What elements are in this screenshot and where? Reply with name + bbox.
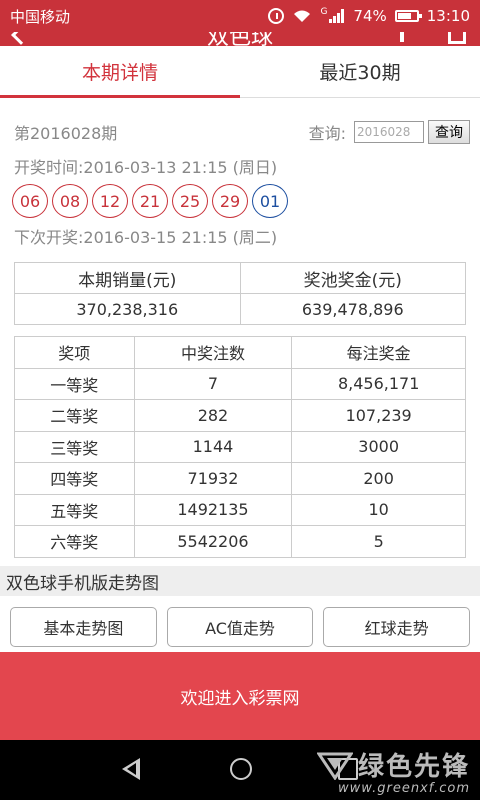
table-header: 每注奖金 xyxy=(291,336,466,369)
winner-count: 7 xyxy=(133,367,293,400)
clock: 13:10 xyxy=(426,7,470,25)
welcome-banner[interactable]: 欢迎进入彩票网 xyxy=(0,652,480,740)
red-ball: 12 xyxy=(92,184,128,218)
prize-level: 五等奖 xyxy=(14,493,135,526)
query-label: 查询: xyxy=(308,124,346,143)
prize-amount: 200 xyxy=(291,462,466,495)
next-draw-time: 下次开奖:2016-03-15 21:15 (周二) xyxy=(14,228,278,247)
red-ball: 06 xyxy=(12,184,48,218)
battery-icon xyxy=(394,10,422,22)
table-row: 二等奖 282 107,239 xyxy=(14,399,466,432)
prize-level: 四等奖 xyxy=(14,462,135,495)
winner-count: 1492135 xyxy=(133,493,293,526)
app-title: 双色球 xyxy=(206,32,273,46)
watermark-url: www.greenxf.com xyxy=(338,781,470,796)
table-header-row: 奖项 中奖注数 每注奖金 xyxy=(14,336,466,369)
status-bar: 中国移动 G 74% 13:10 xyxy=(0,0,480,32)
alarm-icon xyxy=(268,8,285,24)
query-button[interactable]: 查询 xyxy=(428,120,470,144)
issue-number: 第2016028期 xyxy=(14,124,118,143)
red-ball: 25 xyxy=(172,184,208,218)
signal-icon xyxy=(329,9,345,23)
prize-table: 奖项 中奖注数 每注奖金 一等奖 7 8,456,171 二等奖 282 107… xyxy=(14,336,466,558)
sales-table: 本期销量(元) 奖池奖金(元) 370,238,316 639,478,896 xyxy=(14,262,466,325)
table-row: 四等奖 71932 200 xyxy=(14,462,466,495)
table-header: 本期销量(元) xyxy=(14,262,241,294)
prize-amount: 5 xyxy=(291,525,466,558)
basic-trend-button[interactable]: 基本走势图 xyxy=(10,607,157,647)
winning-numbers: 06 08 12 21 25 29 01 xyxy=(12,184,288,218)
winner-count: 5542206 xyxy=(133,525,293,558)
watermark: 绿色先锋 www.greenxf.com xyxy=(316,746,470,796)
red-ball-trend-button[interactable]: 红球走势 xyxy=(323,607,471,647)
prize-amount: 3000 xyxy=(291,430,466,463)
watermark-name: 绿色先锋 xyxy=(357,752,470,782)
winner-count: 71932 xyxy=(133,462,293,495)
tab-current-detail[interactable]: 本期详情 xyxy=(0,46,240,98)
prize-amount: 10 xyxy=(291,493,466,526)
prize-level: 六等奖 xyxy=(14,525,135,558)
winner-count: 282 xyxy=(133,399,293,432)
table-row: 三等奖 1144 3000 xyxy=(14,430,466,463)
red-ball: 21 xyxy=(132,184,168,218)
sales-amount: 370,238,316 xyxy=(14,293,241,325)
watermark-logo-icon xyxy=(316,752,353,780)
prize-level: 三等奖 xyxy=(14,430,135,463)
nav-home-icon[interactable] xyxy=(230,758,252,780)
table-row: 一等奖 7 8,456,171 xyxy=(14,367,466,400)
table-header: 奖池奖金(元) xyxy=(239,262,466,294)
grid-menu-icon[interactable] xyxy=(448,32,466,44)
table-row: 六等奖 5542206 5 xyxy=(14,525,466,558)
battery-percent: 74% xyxy=(353,7,387,25)
red-ball: 08 xyxy=(52,184,88,218)
chart-section-title: 双色球手机版走势图 xyxy=(0,566,480,596)
blue-ball: 01 xyxy=(252,184,288,218)
app-bar: 双色球 xyxy=(0,32,480,46)
nav-back-icon[interactable] xyxy=(122,758,140,780)
red-ball: 29 xyxy=(212,184,248,218)
ac-trend-button[interactable]: AC值走势 xyxy=(166,607,314,647)
issue-row: 第2016028期 查询: 查询 xyxy=(14,118,470,146)
carrier-name: 中国移动 xyxy=(10,7,71,26)
table-row: 五等奖 1492135 10 xyxy=(14,493,466,526)
draw-time: 开奖时间:2016-03-13 21:15 (周日) xyxy=(14,158,278,177)
wifi-icon xyxy=(294,10,311,22)
issue-query-input[interactable] xyxy=(354,121,424,143)
prize-amount: 8,456,171 xyxy=(291,367,466,400)
prize-level: 二等奖 xyxy=(14,399,135,432)
network-type: G xyxy=(320,7,328,17)
tab-bar: 本期详情 最近30期 xyxy=(0,46,480,98)
prize-level: 一等奖 xyxy=(14,367,135,400)
table-header: 中奖注数 xyxy=(133,336,293,369)
table-header-row: 本期销量(元) 奖池奖金(元) xyxy=(14,262,466,294)
table-row: 370,238,316 639,478,896 xyxy=(14,293,466,325)
status-icons: G 74% 13:10 xyxy=(268,7,470,25)
table-header: 奖项 xyxy=(14,336,135,369)
more-icon[interactable] xyxy=(400,32,404,42)
navigation-bar: 绿色先锋 www.greenxf.com xyxy=(0,740,480,800)
winner-count: 1144 xyxy=(133,430,293,463)
chart-buttons: 基本走势图 AC值走势 红球走势 xyxy=(10,607,471,647)
battery-fill xyxy=(397,13,412,19)
jackpot-amount: 639,478,896 xyxy=(239,293,466,325)
prize-amount: 107,239 xyxy=(291,399,466,432)
tab-recent-30[interactable]: 最近30期 xyxy=(240,46,480,97)
